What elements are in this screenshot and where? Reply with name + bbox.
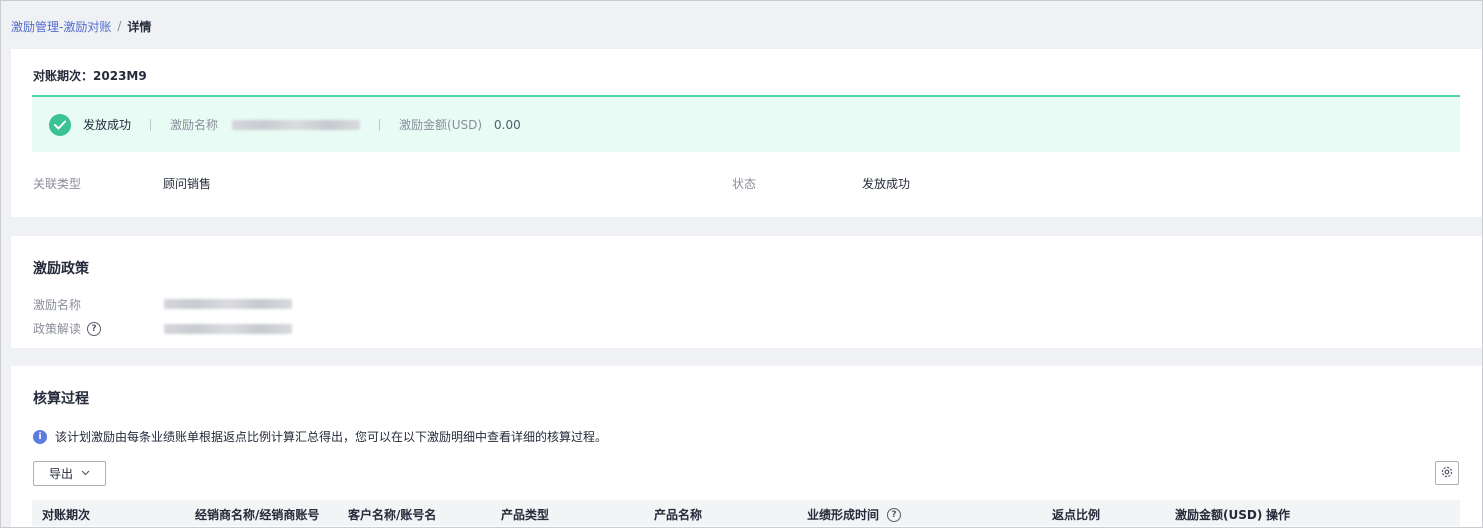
period-value: 2023M9 — [93, 69, 147, 83]
policy-interpretation-redacted — [164, 324, 292, 334]
period-label: 对账期次： — [33, 69, 94, 83]
policy-title: 激励政策 — [33, 261, 89, 277]
column-settings-button[interactable] — [1435, 461, 1459, 485]
status-banner: 发放成功 激励名称 激励金额(USD) 0.00 — [32, 95, 1460, 152]
chevron-down-icon — [81, 469, 90, 479]
info-icon: i — [33, 429, 47, 444]
state-value: 发放成功 — [862, 177, 911, 191]
amount-value: 0.00 — [494, 117, 521, 132]
help-icon[interactable]: ? — [887, 507, 902, 522]
divider — [379, 118, 381, 131]
incentive-name-redacted — [232, 119, 361, 130]
process-notice: i 该计划激励由每条业绩账单根据返点比例计算汇总得出，您可以在以下激励明细中查看… — [33, 428, 607, 445]
notice-text: 该计划激励由每条业绩账单根据返点比例计算汇总得出，您可以在以下激励明细中查看详细… — [55, 430, 608, 444]
policy-name-redacted — [164, 299, 292, 309]
related-type-label: 关联类型 — [33, 177, 82, 191]
policy-name-row: 激励名称 — [33, 296, 81, 313]
policy-interpretation-row: 政策解读 ? — [33, 320, 102, 337]
policy-card: 激励政策 激励名称 政策解读 ? — [11, 236, 1482, 348]
column-customer: 客户名称/账号名 — [348, 508, 437, 522]
export-label: 导出 — [48, 467, 73, 481]
export-button[interactable]: 导出 — [33, 461, 106, 486]
state-label: 状态 — [732, 177, 757, 191]
breadcrumb: 激励管理-激励对账 / 详情 — [11, 18, 151, 34]
help-icon[interactable]: ? — [87, 321, 102, 336]
page-frame: 激励管理-激励对账 / 详情 对账期次：2023M9 发放成功 激励名称 激励金… — [0, 0, 1483, 528]
policy-name-label: 激励名称 — [33, 298, 82, 312]
status-text: 发放成功 — [83, 118, 132, 132]
process-title: 核算过程 — [33, 391, 89, 407]
process-card: 核算过程 i 该计划激励由每条业绩账单根据返点比例计算汇总得出，您可以在以下激励… — [11, 366, 1482, 527]
column-incentive-amount: 激励金额(USD) — [1175, 508, 1263, 522]
breadcrumb-link-reconciliation[interactable]: 激励管理-激励对账 — [11, 18, 111, 35]
table-header: 对账期次 经销商名称/经销商账号 客户名称/账号名 产品类型 产品名称 业绩形成… — [32, 500, 1460, 526]
divider — [150, 118, 152, 131]
amount-label: 激励金额(USD) — [399, 118, 483, 132]
summary-card: 对账期次：2023M9 发放成功 激励名称 激励金额(USD) 0.00 关联类… — [11, 49, 1482, 217]
column-performance-time-label: 业绩形成时间 — [807, 508, 880, 522]
period-row: 对账期次：2023M9 — [33, 67, 147, 84]
related-type-value: 顾问销售 — [163, 177, 212, 191]
column-performance-time: 业绩形成时间 ? — [807, 506, 902, 523]
column-product-name: 产品名称 — [654, 508, 703, 522]
column-rebate-ratio: 返点比例 — [1052, 508, 1101, 522]
breadcrumb-current: 详情 — [127, 19, 152, 34]
breadcrumb-separator: / — [117, 19, 122, 33]
policy-interpretation-label: 政策解读 — [33, 322, 82, 336]
incentive-name-label: 激励名称 — [170, 118, 219, 132]
column-period: 对账期次 — [42, 508, 91, 522]
column-product-type: 产品类型 — [501, 508, 550, 522]
column-actions: 操作 — [1266, 508, 1291, 522]
check-circle-icon — [49, 113, 71, 136]
column-dealer: 经销商名称/经销商账号 — [195, 508, 320, 522]
gear-icon — [1440, 465, 1454, 482]
